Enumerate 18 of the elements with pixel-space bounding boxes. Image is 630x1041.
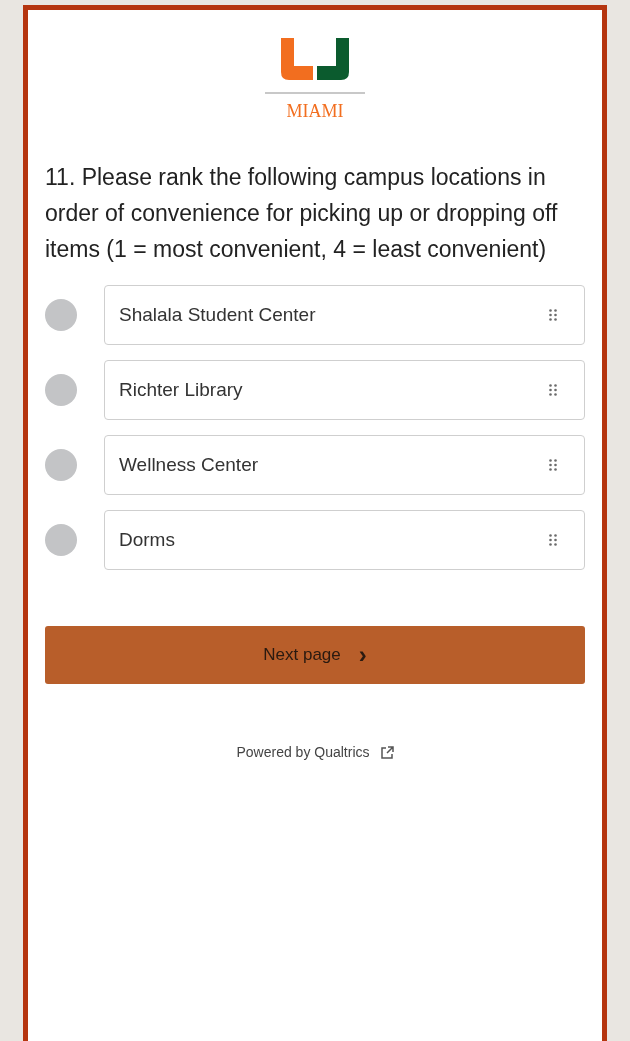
rank-marker-icon: [45, 374, 77, 406]
drag-handle-icon[interactable]: [549, 384, 557, 396]
rank-marker-icon: [45, 524, 77, 556]
drag-handle-icon[interactable]: [549, 459, 557, 471]
logo-wordmark: MIAMI: [286, 100, 344, 123]
logo-icon: [281, 38, 349, 80]
choice-item[interactable]: Richter Library: [104, 360, 585, 420]
choice-item[interactable]: Dorms: [104, 510, 585, 570]
choice-item[interactable]: Shalala Student Center: [104, 285, 585, 345]
external-link-icon[interactable]: [379, 745, 394, 760]
rank-marker-icon: [45, 299, 77, 331]
next-page-button[interactable]: Next page ›: [45, 626, 585, 684]
footer-text: Powered by Qualtrics: [236, 743, 370, 762]
drag-handle-icon[interactable]: [549, 309, 557, 321]
rank-marker-icon: [45, 449, 77, 481]
choice-item[interactable]: Wellness Center: [104, 435, 585, 495]
drag-handle-icon[interactable]: [549, 534, 557, 546]
question-text: 11. Please rank the following campus locations in order of convenience for picking up or dropping off items (1 = most convenient, 4 = least convenient): [45, 163, 559, 264]
